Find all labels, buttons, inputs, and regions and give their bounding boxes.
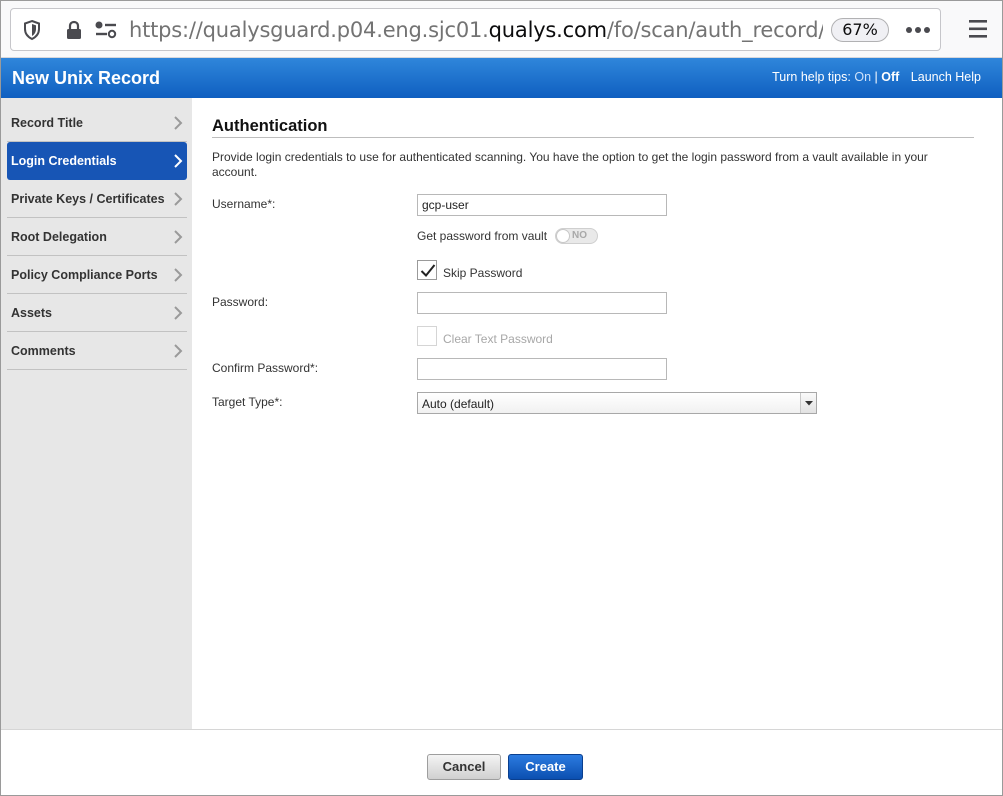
skip-password-label: Skip Password — [443, 266, 523, 280]
sidebar-item-private-keys[interactable]: Private Keys / Certificates — [7, 180, 187, 218]
skip-password-checkbox[interactable] — [417, 260, 437, 280]
help-tips-on-link[interactable]: On — [854, 70, 871, 84]
zoom-level-badge[interactable]: 67% — [831, 18, 889, 42]
target-type-label: Target Type*: — [212, 395, 283, 409]
chevron-right-icon — [173, 343, 183, 359]
confirm-password-label: Confirm Password*: — [212, 361, 319, 375]
toggle-knob — [556, 229, 570, 243]
sidebar-item-label: Policy Compliance Ports — [11, 268, 158, 282]
password-field[interactable] — [417, 292, 667, 314]
url-prefix: https://qualysguard.p04.eng.sjc01. — [129, 18, 489, 42]
chevron-right-icon — [173, 267, 183, 283]
target-type-select[interactable]: Auto (default) — [417, 392, 817, 414]
main-content: Authentication Provide login credentials… — [192, 98, 1002, 729]
help-tips-label: Turn help tips: — [772, 70, 851, 84]
section-description: Provide login credentials to use for aut… — [212, 150, 928, 179]
shield-icon[interactable] — [21, 19, 43, 41]
sidebar-item-policy-compliance-ports[interactable]: Policy Compliance Ports — [7, 256, 187, 294]
hamburger-menu-icon[interactable] — [967, 17, 989, 41]
url-path: /fo/scan/auth_record/unix/?act — [606, 18, 823, 42]
sidebar-item-login-credentials[interactable]: Login Credentials — [7, 142, 187, 180]
chevron-down-icon[interactable] — [800, 393, 816, 413]
create-button[interactable]: Create — [508, 754, 583, 780]
sidebar-item-label: Private Keys / Certificates — [11, 192, 165, 206]
footer: Cancel Create — [1, 729, 1002, 795]
vault-toggle[interactable]: NO — [555, 228, 598, 244]
sidebar-item-label: Record Title — [11, 116, 84, 130]
checkmark-icon — [420, 264, 436, 277]
sidebar-item-label: Comments — [11, 344, 76, 358]
chevron-right-icon — [173, 153, 183, 169]
cancel-button[interactable]: Cancel — [427, 754, 501, 780]
sidebar: Record Title Login Credentials Private K… — [1, 98, 192, 729]
lock-icon[interactable] — [63, 19, 85, 41]
sidebar-item-comments[interactable]: Comments — [7, 332, 187, 370]
confirm-password-field[interactable] — [417, 358, 667, 380]
chevron-right-icon — [173, 229, 183, 245]
username-field[interactable] — [417, 194, 667, 216]
chevron-right-icon — [173, 191, 183, 207]
vault-label: Get password from vault — [417, 229, 548, 243]
help-tips-off-link[interactable]: Off — [881, 70, 899, 84]
page-title: New Unix Record — [12, 68, 161, 88]
chevron-right-icon — [173, 305, 183, 321]
username-label: Username*: — [212, 197, 276, 211]
address-bar[interactable]: https://qualysguard.p04.eng.sjc01.qualys… — [10, 8, 941, 51]
sidebar-item-label: Assets — [11, 306, 52, 320]
clear-text-password-checkbox[interactable] — [417, 326, 437, 346]
chevron-right-icon — [173, 115, 183, 131]
sidebar-item-assets[interactable]: Assets — [7, 294, 187, 332]
section-title: Authentication — [212, 117, 328, 135]
section-divider — [212, 137, 974, 138]
permissions-icon[interactable] — [93, 19, 119, 41]
launch-help-link[interactable]: Launch Help — [911, 70, 981, 84]
target-type-value: Auto (default) — [422, 397, 495, 411]
url-host: qualys.com — [488, 18, 607, 42]
help-tips-separator: | — [874, 70, 878, 84]
sidebar-item-record-title[interactable]: Record Title — [7, 104, 187, 142]
browser-toolbar: https://qualysguard.p04.eng.sjc01.qualys… — [1, 1, 1002, 58]
help-controls: Turn help tips: On | Off Launch Help — [772, 70, 981, 84]
sidebar-item-label: Root Delegation — [11, 230, 107, 244]
password-label: Password: — [212, 295, 269, 309]
more-actions-icon[interactable] — [904, 20, 934, 40]
browser-window: https://qualysguard.p04.eng.sjc01.qualys… — [0, 0, 1003, 796]
sidebar-item-label: Login Credentials — [11, 154, 117, 168]
url-text[interactable]: https://qualysguard.p04.eng.sjc01.qualys… — [129, 18, 823, 42]
clear-text-password-label: Clear Text Password — [443, 332, 553, 346]
sidebar-item-root-delegation[interactable]: Root Delegation — [7, 218, 187, 256]
app-header: New Unix Record Turn help tips: On | Off… — [1, 58, 1002, 98]
vault-toggle-text: NO — [572, 230, 587, 241]
